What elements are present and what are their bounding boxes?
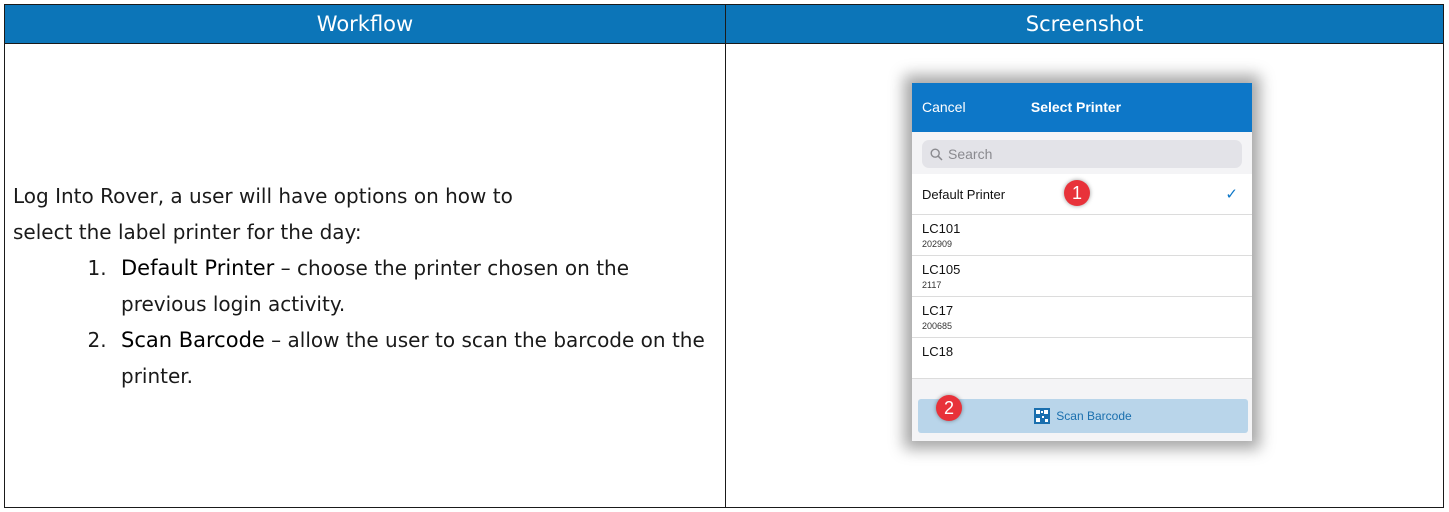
step-term: Scan Barcode — [121, 328, 265, 352]
printer-list: Default Printer ✓ 1 LC101 202909 LC105 2… — [912, 174, 1252, 379]
step-scan-barcode: Scan Barcode – allow the user to scan th… — [113, 322, 713, 394]
barcode-icon — [1034, 408, 1051, 424]
printer-name: LC17 — [922, 303, 954, 318]
intro-line-2: select the label printer for the day: — [13, 220, 362, 244]
printer-row[interactable]: LC18 — [912, 338, 1252, 379]
workflow-cell: Log Into Rover, a user will have options… — [4, 43, 726, 508]
scan-barcode-button[interactable]: Scan Barcode — [918, 399, 1248, 433]
search-icon — [930, 147, 943, 161]
printer-name: Default Printer — [922, 187, 1006, 202]
printer-name: LC101 — [922, 221, 961, 236]
callout-badge-2: 2 — [936, 395, 962, 421]
intro-line-1: Log Into Rover, a user will have options… — [13, 184, 513, 208]
printer-code: 200685 — [922, 321, 953, 331]
phone-title: Select Printer — [1030, 99, 1122, 115]
search-placeholder: Search — [948, 146, 993, 162]
printer-row[interactable]: LC105 2117 — [912, 256, 1252, 297]
printer-code: 202909 — [922, 239, 953, 249]
printer-name: LC18 — [922, 344, 954, 359]
header-screenshot: Screenshot — [725, 4, 1444, 44]
printer-row[interactable]: LC17 200685 — [912, 297, 1252, 338]
step-term: Default Printer — [121, 256, 275, 280]
scan-barcode-label: Scan Barcode — [1056, 409, 1132, 423]
search-input[interactable]: Search — [922, 140, 1242, 168]
header-workflow: Workflow — [4, 4, 726, 44]
printer-name: LC105 — [922, 262, 961, 277]
workflow-text: Log Into Rover, a user will have options… — [13, 178, 713, 394]
workflow-table: Workflow Screenshot Log Into Rover, a us… — [4, 4, 1444, 508]
printer-row[interactable]: LC101 202909 — [912, 215, 1252, 256]
checkmark-icon: ✓ — [1225, 186, 1238, 203]
printer-code: 2117 — [922, 280, 942, 290]
screenshot-cell: Cancel Select Printer Search Default Pri… — [725, 43, 1444, 508]
step-default-printer: Default Printer – choose the printer cho… — [113, 250, 713, 322]
callout-badge-1: 1 — [1064, 180, 1090, 206]
workflow-steps: Default Printer – choose the printer cho… — [13, 250, 713, 394]
bottom-panel: Scan Barcode 2 — [912, 385, 1252, 441]
phone-screenshot: Cancel Select Printer Search Default Pri… — [912, 83, 1252, 441]
printer-row-default[interactable]: Default Printer ✓ 1 — [912, 174, 1252, 215]
phone-header: Cancel Select Printer — [912, 83, 1252, 132]
